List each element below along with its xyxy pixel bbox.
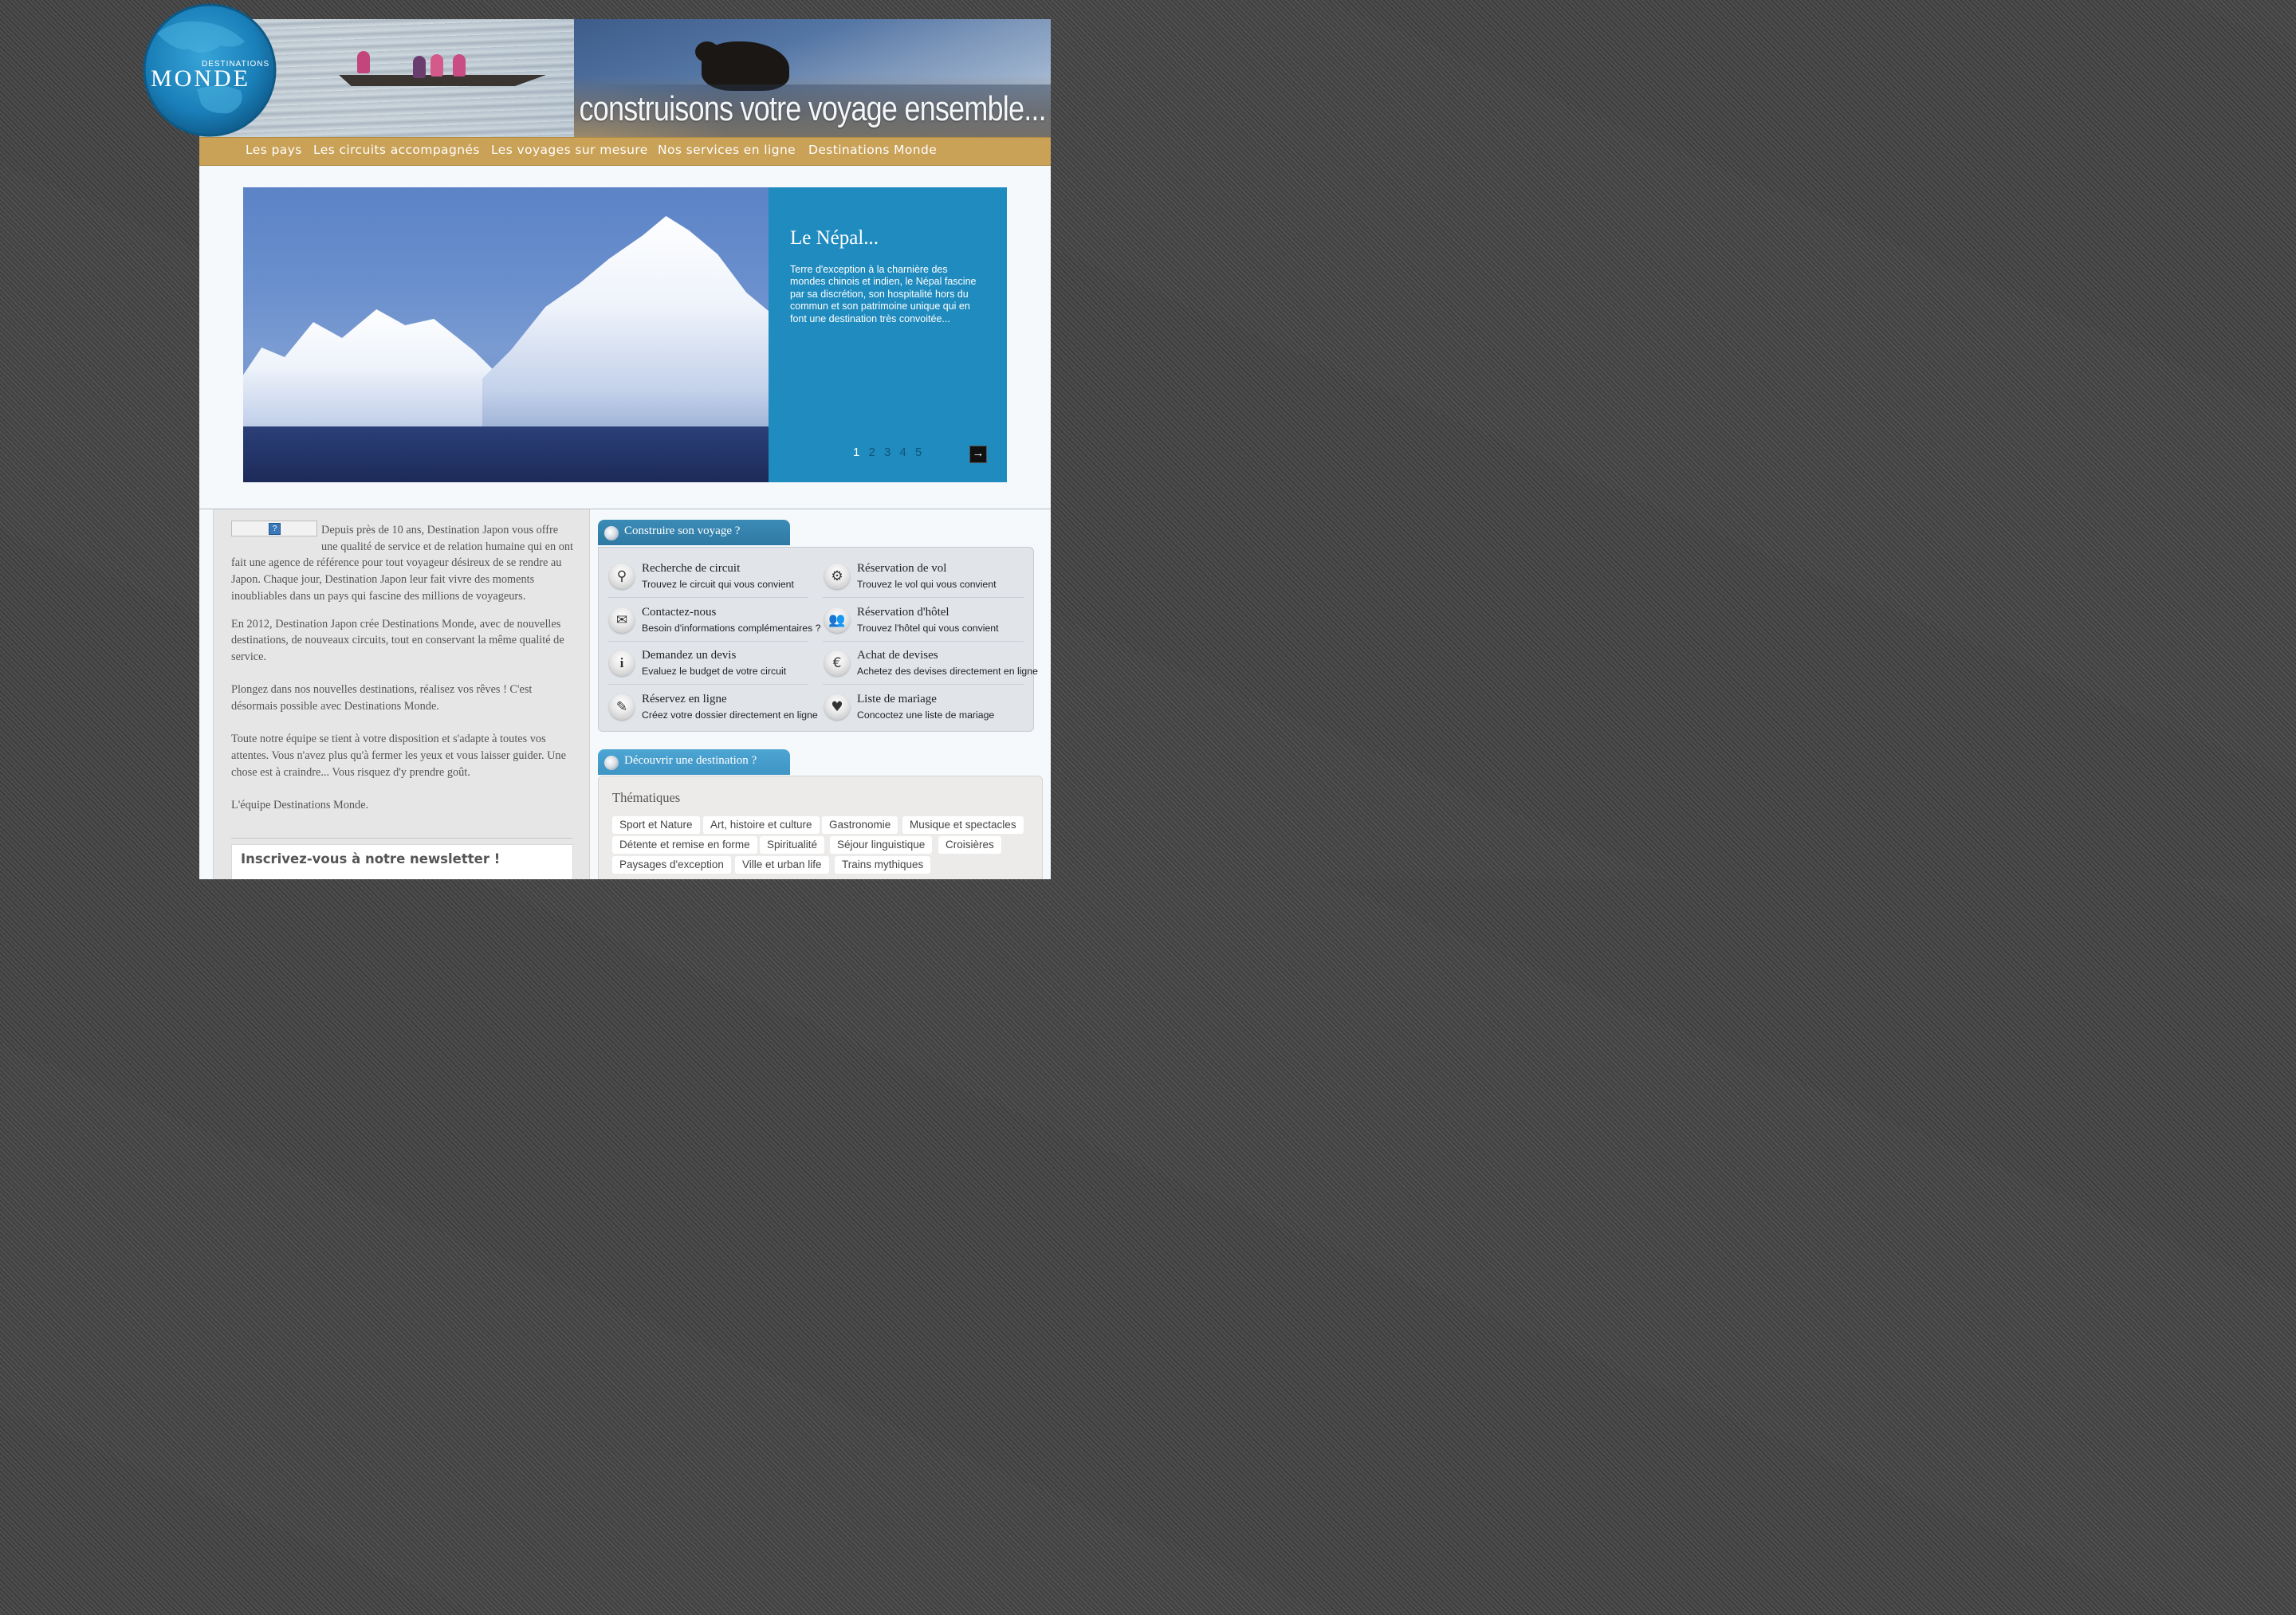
tab-label: Construire son voyage ?	[624, 525, 741, 537]
newsletter-title: Inscrivez-vous à notre newsletter !	[241, 851, 501, 866]
service-subtitle: Créez votre dossier directement en ligne	[642, 709, 818, 721]
sphere-icon	[604, 756, 619, 770]
nav-item-circuits[interactable]: Les circuits accompagnés	[313, 143, 480, 157]
service-title: Demandez un devis	[642, 649, 737, 662]
intro-column: ? Depuis près de 10 ans, Destination Jap…	[213, 509, 590, 879]
arrow-right-icon[interactable]: →	[969, 446, 987, 463]
service-devises[interactable]: € Achat de devises Achetez des devises d…	[818, 642, 1038, 685]
nav-item-services[interactable]: Nos services en ligne	[658, 143, 796, 157]
envelope-icon: ✉	[609, 607, 635, 633]
service-title: Réservez en ligne	[642, 693, 727, 705]
theme-chip[interactable]: Art, histoire et culture	[703, 816, 820, 834]
divider	[823, 641, 1024, 642]
service-reservez-en-ligne[interactable]: ✎ Réservez en ligne Créez votre dossier …	[603, 686, 818, 728]
pager-page[interactable]: 5	[915, 446, 931, 459]
intro-text: Depuis près de 10 ans, Destination Japon…	[231, 522, 574, 831]
sphere-icon	[604, 526, 619, 540]
services-panel: ⚲ Recherche de circuit Trouvez le circui…	[598, 547, 1038, 732]
pager-page[interactable]: 2	[869, 446, 885, 459]
service-subtitle: Trouvez le circuit qui vous convient	[642, 579, 794, 590]
service-liste-mariage[interactable]: ♥ Liste de mariage Concoctez une liste d…	[818, 686, 1024, 728]
header-banner: construisons votre voyage ensemble...	[199, 19, 1051, 137]
hero-slider: Le Népal... Terre d'exception à la charn…	[243, 187, 1007, 482]
boat-person	[431, 54, 443, 77]
service-subtitle: Concoctez une liste de mariage	[857, 709, 995, 721]
theme-chip[interactable]: Gastronomie	[822, 816, 898, 834]
nav-item-pays[interactable]: Les pays	[246, 143, 302, 157]
intro-paragraph: Plongez dans nos nouvelles destinations,…	[231, 683, 533, 713]
site-container: construisons votre voyage ensemble... Le…	[199, 19, 1051, 879]
boat-person	[413, 56, 426, 78]
divider	[231, 838, 572, 839]
service-title: Réservation d'hôtel	[857, 606, 949, 619]
tab-label: Découvrir une destination ?	[624, 754, 757, 767]
intro-paragraph: En 2012, Destination Japon crée Destinat…	[231, 617, 564, 663]
forest-band	[243, 426, 769, 482]
euro-icon: €	[824, 650, 850, 676]
divider	[607, 684, 808, 685]
theme-chip[interactable]: Croisières	[938, 836, 1001, 854]
service-title: Recherche de circuit	[642, 562, 741, 575]
theme-chip[interactable]: Ville et urban life	[735, 856, 829, 874]
divider	[823, 597, 1024, 598]
tab-construire[interactable]: Construire son voyage ?	[598, 520, 790, 545]
pager-page[interactable]: 1	[853, 446, 869, 459]
theme-chip[interactable]: Sport et Nature	[612, 816, 700, 834]
tab-decouvrir[interactable]: Découvrir une destination ?	[598, 749, 790, 775]
pager-page[interactable]: 3	[884, 446, 900, 459]
newsletter-box[interactable]: Inscrivez-vous à notre newsletter !	[231, 844, 573, 879]
theme-chip[interactable]: Paysages d'exception	[612, 856, 731, 874]
intro-paragraph: Toute notre équipe se tient à votre disp…	[231, 733, 566, 779]
divider	[823, 684, 1024, 685]
users-icon: 👥	[824, 607, 850, 633]
theme-chip[interactable]: Séjour linguistique	[830, 836, 933, 854]
intro-signature: L'équipe Destinations Monde.	[231, 799, 369, 812]
tagline: construisons votre voyage ensemble...	[580, 84, 1051, 137]
nav-item-destinations-monde[interactable]: Destinations Monde	[808, 143, 937, 157]
service-subtitle: Trouvez le vol qui vous convient	[857, 579, 997, 590]
boat-person	[357, 51, 370, 73]
logo-big-text: MONDE	[151, 65, 250, 92]
service-subtitle: Besoin d'informations complémentaires ?	[642, 623, 821, 634]
info-icon: i	[609, 650, 635, 676]
service-title: Contactez-nous	[642, 606, 717, 619]
slide-image[interactable]	[243, 187, 769, 482]
service-reservation-vol[interactable]: ⚙ Réservation de vol Trouvez le vol qui …	[818, 556, 1024, 598]
service-title: Achat de devises	[857, 649, 938, 662]
main-nav: Les pays Les circuits accompagnés Les vo…	[199, 137, 1051, 166]
theme-chip[interactable]: Trains mythiques	[835, 856, 931, 874]
mountain-peak	[482, 216, 769, 450]
gear-icon: ⚙	[824, 564, 850, 589]
heart-icon: ♥	[824, 694, 850, 720]
boat-person	[453, 54, 466, 77]
theme-chip[interactable]: Spiritualité	[760, 836, 825, 854]
service-reservation-hotel[interactable]: 👥 Réservation d'hôtel Trouvez l'hôtel qu…	[818, 599, 1024, 642]
service-subtitle: Achetez des devises directement en ligne	[857, 666, 1038, 677]
slide-title: Le Népal...	[790, 227, 879, 249]
thematiques-title: Thématiques	[612, 790, 681, 805]
service-subtitle: Evaluez le budget de votre circuit	[642, 666, 787, 677]
binoculars-icon: ⚲	[609, 564, 635, 589]
service-devis[interactable]: i Demandez un devis Evaluez le budget de…	[603, 642, 808, 685]
slide-description: Terre d'exception à la charnière des mon…	[790, 264, 977, 324]
divider	[607, 597, 808, 598]
destinations-panel: Thématiques Sport et Nature Art, histoir…	[598, 776, 1043, 879]
service-subtitle: Trouvez l'hôtel qui vous convient	[857, 623, 999, 634]
destinations-monde-logo[interactable]: DESTINATIONS MONDE	[141, 2, 278, 139]
tagline-text: construisons votre voyage ensemble...	[579, 89, 1047, 128]
boat-illustration	[339, 75, 546, 86]
pager-page[interactable]: 4	[900, 446, 916, 459]
theme-chip[interactable]: Détente et remise en forme	[612, 836, 757, 854]
slider-pager: 12345	[853, 446, 931, 460]
service-contact[interactable]: ✉ Contactez-nous Besoin d'informations c…	[603, 599, 820, 642]
service-title: Liste de mariage	[857, 693, 937, 705]
divider	[607, 641, 808, 642]
service-title: Réservation de vol	[857, 562, 947, 575]
theme-chip[interactable]: Musique et spectacles	[902, 816, 1024, 834]
slide-caption-panel: Le Népal... Terre d'exception à la charn…	[769, 187, 1007, 482]
nav-item-sur-mesure[interactable]: Les voyages sur mesure	[491, 143, 648, 157]
service-recherche-circuit[interactable]: ⚲ Recherche de circuit Trouvez le circui…	[603, 556, 808, 598]
pencil-icon: ✎	[609, 694, 635, 720]
